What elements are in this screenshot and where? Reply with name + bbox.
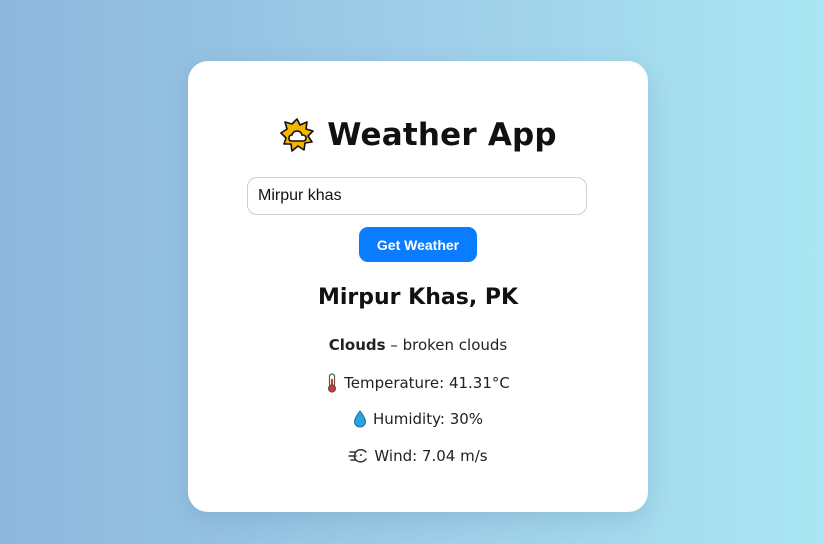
- get-weather-button[interactable]: Get Weather: [359, 227, 477, 262]
- temperature-line: Temperature: 41.31°C: [188, 373, 648, 393]
- condition-description: broken clouds: [402, 336, 508, 354]
- wind-face-icon: [348, 448, 368, 464]
- app-title: Weather App: [327, 117, 557, 153]
- humidity-text: Humidity: 30%: [372, 410, 484, 428]
- city-search-input[interactable]: [247, 177, 587, 215]
- city-name: Mirpur Khas, PK: [317, 285, 519, 310]
- temperature-text: Temperature: 41.31°C: [344, 374, 510, 392]
- condition-line: Clouds – broken clouds: [188, 336, 648, 354]
- wind-line: Wind: 7.04 m/s: [188, 447, 648, 465]
- thermometer-icon: [326, 373, 338, 393]
- title-row: Weather App: [188, 117, 648, 153]
- sun-behind-cloud-icon: [279, 117, 315, 153]
- humidity-line: Humidity: 30%: [188, 410, 648, 428]
- wind-text: Wind: 7.04 m/s: [374, 447, 488, 465]
- droplet-icon: [353, 410, 367, 428]
- condition-main: Clouds: [328, 336, 386, 354]
- weather-card: Weather App Get Weather Mirpur Khas, PK …: [188, 61, 648, 512]
- condition-separator: –: [385, 336, 403, 354]
